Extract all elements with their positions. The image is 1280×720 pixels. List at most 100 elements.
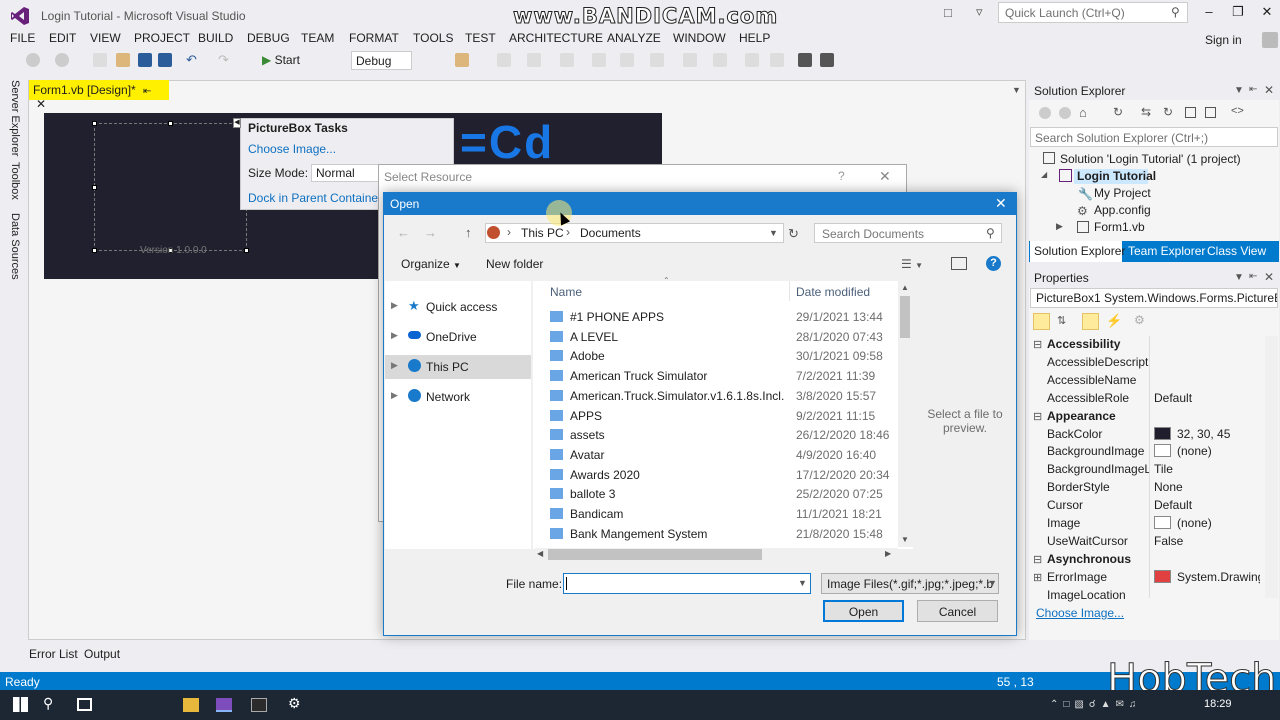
open-icon[interactable] [116, 53, 130, 67]
scroll-right-icon[interactable]: ▶ [885, 549, 891, 558]
property-name[interactable]: ImageLocation [1047, 588, 1149, 602]
nav-quick-access[interactable]: Quick access [385, 295, 531, 319]
nav-this-pc[interactable]: This PC [385, 355, 531, 379]
nav-network[interactable]: Network [385, 385, 531, 409]
expand-arrow-icon[interactable]: ▶ [391, 360, 398, 371]
side-tab-data-sources[interactable]: Data Sources [9, 213, 21, 280]
file-row[interactable]: Adobe 30/1/2021 09:58 [550, 347, 890, 367]
redo-icon[interactable]: ↷ [218, 52, 232, 67]
file-row[interactable]: Bank Mangement System 21/8/2020 15:48 [550, 525, 890, 545]
filter-dropdown-icon[interactable]: ▼ [988, 578, 997, 588]
menu-window[interactable]: WINDOW [673, 31, 726, 45]
tab-close-icon[interactable]: ✕ [36, 97, 46, 111]
up-arrow-icon[interactable]: ↑ [465, 225, 472, 240]
property-pages-icon[interactable]: ⚙ [1134, 313, 1145, 327]
start-button[interactable]: ▶ Start [262, 53, 300, 67]
pane-pin-icon[interactable]: ⇤ [1249, 84, 1257, 95]
property-name[interactable]: BackgroundImage [1047, 444, 1149, 458]
property-value[interactable]: Default [1154, 391, 1260, 405]
search-documents-input[interactable]: Search Documents [814, 223, 1002, 243]
forward-icon[interactable] [55, 53, 69, 67]
forward-icon[interactable] [1059, 107, 1071, 119]
help-button[interactable]: ? [838, 169, 845, 183]
tree-form1[interactable]: Form1.vb [1094, 220, 1145, 234]
property-name[interactable]: AccessibleRole [1047, 391, 1149, 405]
property-name[interactable]: UseWaitCursor [1047, 534, 1149, 548]
grid-icon[interactable] [770, 53, 784, 67]
close-window-button[interactable]: ✕ [1256, 4, 1278, 22]
task-view-icon[interactable] [77, 698, 92, 711]
forward-arrow-icon[interactable]: → [424, 225, 437, 240]
pane-options-icon[interactable]: ▼ [1234, 85, 1244, 96]
expand-arrow-icon[interactable]: ▶ [391, 330, 398, 341]
new-folder-button[interactable]: New folder [486, 257, 543, 271]
pane-close-icon[interactable]: ✕ [1264, 270, 1274, 284]
property-name[interactable]: ErrorImage [1047, 570, 1149, 584]
toolbox-tool-icon[interactable] [455, 53, 469, 67]
account-icon[interactable] [1262, 32, 1278, 48]
resize-handle[interactable] [244, 248, 249, 253]
tab-error-list[interactable]: Error List [29, 647, 78, 661]
app-taskbar-icon[interactable] [251, 698, 267, 712]
file-row[interactable]: Awards 2020 17/12/2020 20:34 [550, 466, 890, 486]
same-size-icon[interactable] [745, 53, 759, 67]
column-header-date[interactable]: Date modified [796, 285, 870, 299]
expand-property-icon[interactable]: ⊞ [1033, 571, 1042, 584]
horizontal-scroll-thumb[interactable] [548, 549, 762, 560]
menu-edit[interactable]: EDIT [49, 31, 76, 45]
tree-project[interactable]: Login Tutorial [1077, 169, 1156, 183]
sign-in-link[interactable]: Sign in [1205, 33, 1242, 47]
bring-front-icon[interactable] [798, 53, 812, 67]
tree-app-config[interactable]: App.config [1094, 203, 1151, 217]
column-divider[interactable] [789, 281, 790, 301]
menu-analyze[interactable]: ANALYZE [607, 31, 661, 45]
side-tab-toolbox[interactable]: Toolbox [9, 162, 21, 200]
file-row[interactable]: ballote 3 25/2/2020 07:25 [550, 485, 890, 505]
sync-icon[interactable]: ↻ [1113, 105, 1123, 119]
property-value[interactable]: System.Drawing. [1154, 569, 1260, 584]
menu-build[interactable]: BUILD [198, 31, 233, 45]
scroll-left-icon[interactable]: ◀ [537, 549, 543, 558]
refresh-icon[interactable]: ↻ [1163, 105, 1173, 119]
tab-solution-explorer[interactable]: Solution Explorer [1034, 244, 1125, 258]
windows-start-icon[interactable] [13, 697, 28, 712]
events-icon[interactable]: ⚡ [1106, 313, 1122, 329]
property-name[interactable]: AccessibleDescriptio [1047, 355, 1149, 369]
property-object-select[interactable]: PictureBox1 System.Windows.Forms.Picture… [1030, 288, 1278, 308]
open-dialog-close-icon[interactable]: ✕ [995, 195, 1007, 212]
resize-handle[interactable] [92, 185, 97, 190]
tree-my-project[interactable]: My Project [1094, 186, 1151, 200]
property-value[interactable]: Default [1154, 498, 1260, 512]
properties-choose-image-link[interactable]: Choose Image... [1036, 606, 1124, 620]
minimize-button[interactable]: – [1198, 4, 1220, 22]
organize-button[interactable]: Organize ▼ [401, 257, 461, 271]
property-value[interactable]: (none) [1154, 516, 1260, 530]
collapse-category-icon[interactable]: ⊟ [1033, 553, 1042, 566]
view-code-icon[interactable]: <> [1231, 105, 1244, 117]
file-explorer-icon[interactable] [183, 698, 199, 712]
categorized-icon[interactable] [1033, 313, 1050, 330]
property-value[interactable]: 32, 30, 45 [1154, 426, 1260, 441]
collapse-arrow-icon[interactable]: ◢ [1041, 170, 1047, 179]
search-icon[interactable]: ⚲ [43, 695, 59, 711]
alphabetical-icon[interactable]: ⇅ [1057, 314, 1066, 327]
preview-pane-icon[interactable] [951, 257, 967, 270]
menu-project[interactable]: PROJECT [134, 31, 190, 45]
property-value[interactable]: (none) [1154, 444, 1260, 458]
property-name[interactable]: BackColor [1047, 427, 1149, 441]
size-mode-select[interactable]: Normal [311, 164, 379, 182]
file-row[interactable]: #1 PHONE APPS 29/1/2021 13:44 [550, 308, 890, 328]
align-bottom-icon[interactable] [650, 53, 664, 67]
save-icon[interactable] [138, 53, 152, 67]
property-category[interactable]: Asynchronous [1047, 552, 1131, 566]
file-name-input[interactable] [563, 573, 811, 594]
choose-image-link[interactable]: Choose Image... [248, 142, 336, 156]
home-icon[interactable]: ⌂ [1079, 105, 1087, 120]
resize-handle[interactable] [92, 248, 97, 253]
dialog-help-icon[interactable]: ? [986, 256, 1001, 271]
change-view-icon[interactable]: ☰ ▼ [901, 257, 923, 271]
property-name[interactable]: AccessibleName [1047, 373, 1149, 387]
collapse-category-icon[interactable]: ⊟ [1033, 410, 1042, 423]
back-icon[interactable] [1039, 107, 1051, 119]
collapse-all-icon[interactable] [1185, 107, 1196, 118]
